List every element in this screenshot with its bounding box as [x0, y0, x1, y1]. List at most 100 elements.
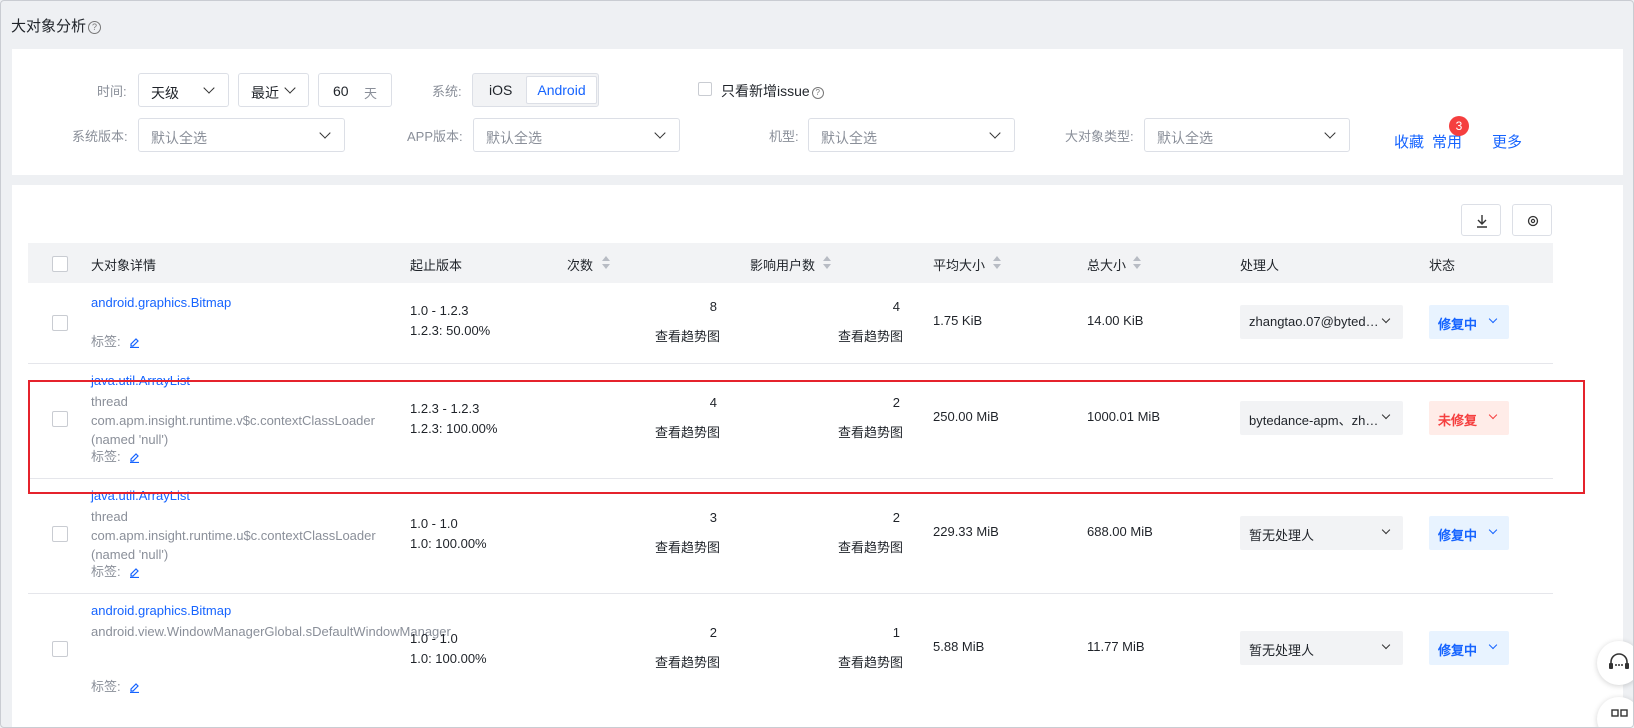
users-value: 2	[892, 510, 900, 525]
chevron-down-icon	[1381, 525, 1391, 535]
version-range: 1.0 - 1.2.3	[410, 303, 469, 318]
row-checkbox[interactable]	[52, 641, 68, 657]
system-option-android[interactable]: Android	[526, 76, 597, 104]
device-select[interactable]: 默认全选	[808, 118, 1015, 152]
os-version-label: 系统版本:	[72, 129, 128, 144]
avg-size: 229.33 MiB	[933, 524, 999, 539]
os-version-value: 默认全选	[151, 130, 207, 146]
time-label: 时间:	[97, 84, 127, 99]
select-all-checkbox[interactable]	[52, 256, 68, 272]
avg-size: 5.88 MiB	[933, 639, 985, 654]
new-issue-checkbox[interactable]	[698, 82, 712, 96]
total-size: 688.00 MiB	[1087, 524, 1153, 539]
sort-asc-icon[interactable]	[1133, 256, 1141, 261]
object-name-link[interactable]: java.util.ArrayList	[91, 373, 190, 388]
object-name-link[interactable]: java.util.ArrayList	[91, 488, 190, 503]
app-version-label: APP版本:	[407, 129, 463, 144]
sort-asc-icon[interactable]	[602, 256, 610, 261]
handler-value: bytedance-apm、zhangtao.07	[1249, 413, 1379, 428]
row-checkbox[interactable]	[52, 411, 68, 427]
version-share: 1.0: 100.00%	[410, 536, 487, 551]
status-select[interactable]: 修复中	[1429, 305, 1509, 339]
handler-value: 暂无处理人	[1249, 528, 1315, 543]
sort-desc-icon[interactable]	[823, 264, 831, 269]
trend-link[interactable]: 查看趋势图	[655, 422, 720, 441]
app-frame: 大对象分析? 时间: 天级 最近 60 天 系统: iOS Android 只看…	[0, 0, 1634, 728]
apps-float-button[interactable]	[1597, 697, 1633, 727]
chevron-down-icon	[1324, 127, 1336, 139]
handler-select[interactable]: 暂无处理人	[1240, 516, 1403, 550]
status-select[interactable]: 未修复	[1429, 401, 1509, 435]
edit-icon[interactable]	[129, 452, 140, 463]
system-label: 系统:	[432, 84, 462, 99]
edit-icon[interactable]	[129, 337, 140, 348]
total-size: 11.77 MiB	[1087, 639, 1145, 654]
sort-desc-icon[interactable]	[993, 264, 1001, 269]
status-select[interactable]: 修复中	[1429, 631, 1509, 665]
trend-link[interactable]: 查看趋势图	[655, 537, 720, 556]
days-input[interactable]: 60 天	[318, 73, 392, 107]
object-name-link[interactable]: android.graphics.Bitmap	[91, 295, 231, 310]
edit-icon[interactable]	[129, 567, 140, 578]
page-title: 大对象分析?	[11, 15, 102, 36]
table-row: java.util.ArrayList thread com.apm.insig…	[28, 478, 1553, 594]
sort-desc-icon[interactable]	[602, 264, 610, 269]
table-row: android.graphics.Bitmap 标签: 1.0 - 1.2.3 …	[28, 283, 1553, 364]
row-checkbox[interactable]	[52, 526, 68, 542]
users-value: 2	[892, 395, 900, 410]
range-select[interactable]: 最近	[238, 73, 309, 107]
results-panel: 大对象详情 起止版本 次数 影响用户数 平均大小 总大小 处理人 状态 andr…	[12, 185, 1623, 727]
total-size: 14.00 KiB	[1087, 313, 1144, 328]
users-value: 1	[892, 625, 900, 640]
handler-select[interactable]: 暂无处理人	[1240, 631, 1403, 665]
trend-link[interactable]: 查看趋势图	[838, 422, 903, 441]
object-name-link[interactable]: android.graphics.Bitmap	[91, 603, 231, 618]
object-description: thread com.apm.insight.runtime.v$c.conte…	[91, 394, 375, 447]
tag-row: 标签:	[91, 331, 140, 350]
edit-icon[interactable]	[129, 682, 140, 693]
granularity-select[interactable]: 天级	[138, 73, 229, 107]
app-version-select[interactable]: 默认全选	[473, 118, 680, 152]
sort-asc-icon[interactable]	[993, 256, 1001, 261]
device-label: 机型:	[769, 129, 799, 144]
version-share: 1.2.3: 50.00%	[410, 323, 491, 338]
more-link[interactable]: 更多	[1492, 131, 1522, 152]
range-value: 最近	[251, 85, 279, 101]
trend-link[interactable]: 查看趋势图	[838, 652, 903, 671]
table-row: java.util.ArrayList thread com.apm.insig…	[28, 363, 1553, 479]
status-select[interactable]: 修复中	[1429, 516, 1509, 550]
sort-desc-icon[interactable]	[1133, 264, 1141, 269]
tag-row: 标签:	[91, 676, 140, 695]
handler-select[interactable]: bytedance-apm、zhangtao.07	[1240, 401, 1403, 435]
trend-link[interactable]: 查看趋势图	[838, 326, 903, 345]
chevron-down-icon	[989, 127, 1001, 139]
help-icon[interactable]: ?	[811, 87, 824, 99]
trend-link[interactable]: 查看趋势图	[655, 326, 720, 345]
os-version-select[interactable]: 默认全选	[138, 118, 345, 152]
trend-link[interactable]: 查看趋势图	[655, 652, 720, 671]
headset-icon	[1609, 653, 1629, 669]
version-range: 1.0 - 1.0	[410, 631, 458, 646]
app-version-value: 默认全选	[486, 130, 542, 146]
chevron-down-icon	[1381, 314, 1391, 324]
support-float-button[interactable]	[1597, 641, 1633, 685]
handler-value: zhangtao.07@bytedance.com	[1249, 314, 1379, 329]
header-total-size[interactable]: 总大小	[1087, 255, 1126, 274]
count-value: 4	[709, 395, 717, 410]
header-users[interactable]: 影响用户数	[750, 255, 815, 274]
help-icon[interactable]: ?	[88, 21, 102, 34]
users-value: 4	[892, 299, 900, 314]
system-option-ios[interactable]: iOS	[489, 82, 512, 98]
header-count[interactable]: 次数	[567, 255, 593, 274]
handler-select[interactable]: zhangtao.07@bytedance.com	[1240, 305, 1403, 339]
header-avg-size[interactable]: 平均大小	[933, 255, 985, 274]
download-button[interactable]	[1461, 204, 1501, 236]
table-header: 大对象详情 起止版本 次数 影响用户数 平均大小 总大小 处理人 状态	[28, 243, 1553, 283]
trend-link[interactable]: 查看趋势图	[838, 537, 903, 556]
version-range: 1.2.3 - 1.2.3	[410, 401, 480, 416]
object-type-select[interactable]: 默认全选	[1144, 118, 1350, 152]
favorites-link[interactable]: 收藏	[1394, 131, 1424, 152]
settings-button[interactable]	[1512, 204, 1552, 236]
row-checkbox[interactable]	[52, 315, 68, 331]
sort-asc-icon[interactable]	[823, 256, 831, 261]
